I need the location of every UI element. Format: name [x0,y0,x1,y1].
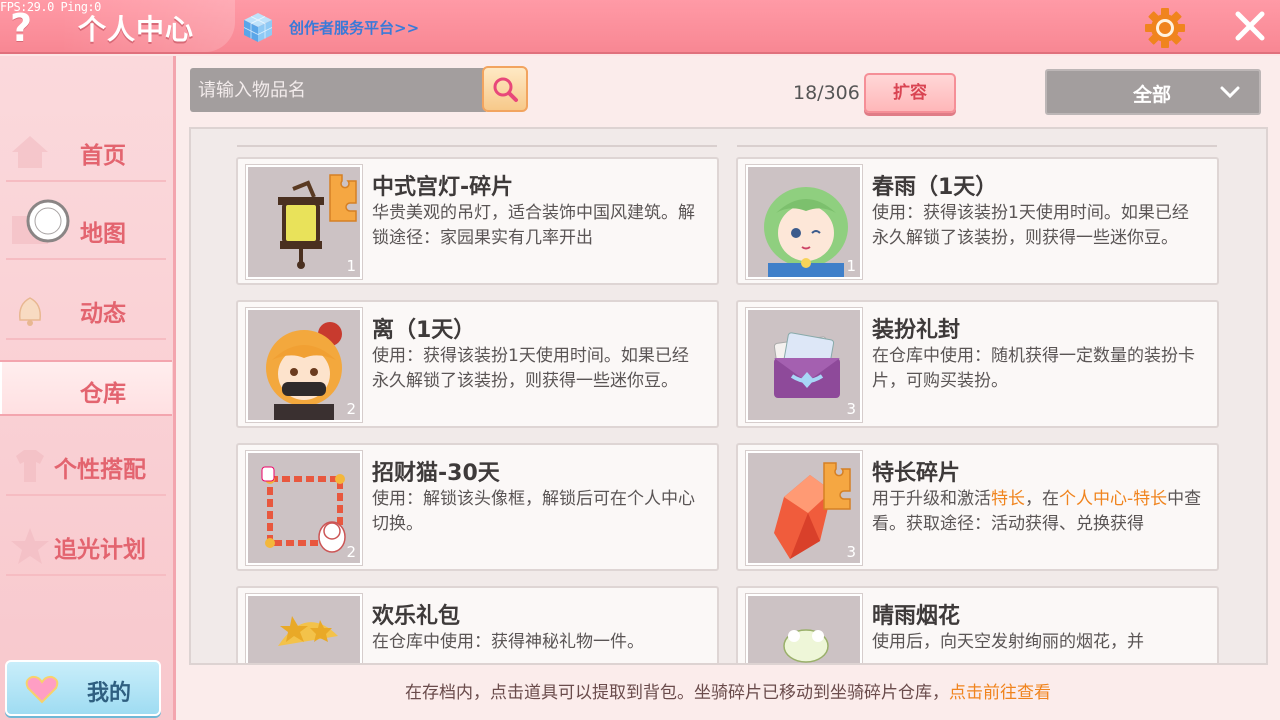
footer-tip: 在存档内，点击道具可以提取到背包。坐骑碎片已移动到坐骑碎片仓库，点击前往查看 [176,678,1280,703]
cube-icon[interactable] [242,11,274,43]
sidebar-item-label: 地图 [80,221,126,247]
sidebar-item-home[interactable]: 首页 [0,124,172,180]
envelope-icon [773,332,840,398]
view-mount-fragments-link[interactable]: 点击前往查看 [949,683,1051,703]
green-hair-character-icon [764,187,848,277]
divider [6,494,166,496]
sidebar-item-outfit[interactable]: 个性搭配 [0,438,172,494]
list-item[interactable]: 2 招财猫-30天 使用：解锁该头像框，解锁后可在个人中心切换。 [236,443,719,571]
firework-icon [783,629,829,663]
search-icon [493,77,518,102]
list-item[interactable]: 欢乐礼包 在仓库中使用：获得神秘礼物一件。 [236,586,719,663]
sidebar: 首页 地图 动态 仓库 个性搭配 追光计划 [0,56,176,720]
list-item[interactable]: 1 春雨（1天） 使用：获得该装扮1天使用时间。如果已经永久解锁了该装扮，则获得… [736,157,1219,285]
desc-highlight: 特长 [991,489,1025,509]
filter-selected-label: 全部 [1133,84,1172,106]
divider [237,145,717,147]
divider [6,180,166,182]
my-button[interactable]: 我的 [5,660,161,716]
item-description: 使用后，向天空发射绚丽的烟花，并 [872,632,1144,652]
desc-highlight: 个人中心-特长 [1059,489,1168,509]
masked-character-icon [266,322,342,420]
item-thumbnail [246,594,362,663]
item-thumbnail: 2 [246,451,362,565]
divider [6,338,166,340]
category-filter-select[interactable]: 全部 [1045,69,1261,115]
item-list[interactable]: 1 中式宫灯-碎片 华贵美观的吊灯，适合装饰中国风建筑。解锁途径：家园果实有几率… [189,127,1268,665]
item-name: 晴雨烟花 [872,604,961,629]
search-input[interactable] [190,68,486,112]
item-quantity: 3 [846,400,856,418]
chevron-down-icon [1220,86,1240,99]
star-icon [11,528,49,564]
item-quantity: 2 [346,543,356,561]
divider [6,574,166,576]
item-description: 在仓库中使用：获得神秘礼物一件。 [372,632,644,652]
red-crystal-fragment-icon [774,462,851,559]
item-name: 特长碎片 [872,461,961,486]
sidebar-item-label: 首页 [80,143,126,169]
list-item[interactable]: 晴雨烟花 使用后，向天空发射绚丽的烟花，并 [736,586,1219,663]
divider [6,258,166,260]
item-thumbnail: 1 [746,165,862,279]
item-thumbnail: 3 [746,308,862,422]
sidebar-item-warehouse[interactable]: 仓库 [0,360,172,416]
item-description: 在仓库中使用：随机获得一定数量的装扮卡片，可购买装扮。 [872,346,1195,391]
list-item[interactable]: 3 特长碎片 用于升级和激活特长，在个人中心-特长中查看。获取途径：活动获得、兑… [736,443,1219,571]
item-quantity: 2 [346,400,356,418]
sidebar-item-label: 动态 [80,301,126,327]
house-icon [12,136,48,168]
item-name: 招财猫-30天 [372,461,500,486]
item-name: 春雨（1天） [872,175,998,200]
gear-icon[interactable] [1144,7,1186,49]
close-icon[interactable] [1232,8,1268,44]
item-thumbnail: 3 [746,451,862,565]
desc-text: 用于升级和激活 [872,489,991,509]
item-description: 用于升级和激活特长，在个人中心-特长中查看。获取途径：活动获得、兑换获得 [872,487,1202,537]
gift-pack-icon [278,616,338,646]
item-quantity: 1 [846,257,856,275]
divider [737,145,1217,147]
item-description: 使用：获得该装扮1天使用时间。如果已经永久解锁了该装扮，则获得一些迷你豆。 [872,203,1189,248]
touch-indicator-icon [26,199,70,243]
my-label: 我的 [87,681,132,706]
list-item[interactable]: 1 中式宫灯-碎片 华贵美观的吊灯，适合装饰中国风建筑。解锁途径：家园果实有几率… [236,157,719,285]
page-title: 个人中心 [78,13,195,46]
search-button[interactable] [482,66,528,112]
item-name: 中式宫灯-碎片 [372,175,514,200]
expand-capacity-button[interactable]: 扩容 [864,73,956,113]
item-count: 18/306 [793,82,860,104]
item-description: 华贵美观的吊灯，适合装饰中国风建筑。解锁途径：家园果实有几率开出 [372,203,695,248]
item-thumbnail: 1 [246,165,362,279]
creator-platform-link[interactable]: 创作者服务平台>> [289,17,419,38]
search-box [190,68,486,112]
item-description: 使用：解锁该头像框，解锁后可在个人中心切换。 [372,489,695,534]
heart-icon [25,675,59,704]
top-bar: ? 个人中心 创作者服务平台>> [0,0,1280,54]
sidebar-item-label: 个性搭配 [54,457,146,483]
sidebar-item-label: 追光计划 [54,537,146,563]
item-quantity: 3 [846,543,856,561]
item-name: 欢乐礼包 [372,604,461,629]
item-description: 使用：获得该装扮1天使用时间。如果已经永久解锁了该装扮，则获得一些迷你豆。 [372,346,689,391]
fps-counter: FPS:29.0 Ping:0 [0,0,101,14]
sidebar-item-feed[interactable]: 动态 [0,282,172,338]
item-name: 离（1天） [372,318,476,343]
sidebar-item-light-chase-plan[interactable]: 追光计划 [0,518,172,574]
warehouse-panel: 18/306 扩容 全部 1 中式宫灯-碎片 [176,56,1280,720]
desc-text: ，在 [1025,489,1059,509]
list-item[interactable]: 3 装扮礼封 在仓库中使用：随机获得一定数量的装扮卡片，可购买装扮。 [736,300,1219,428]
item-thumbnail: 2 [246,308,362,422]
sidebar-item-label: 仓库 [80,381,126,407]
item-thumbnail [746,594,862,663]
shirt-icon [16,450,44,482]
list-item[interactable]: 2 离（1天） 使用：获得该装扮1天使用时间。如果已经永久解锁了该装扮，则获得一… [236,300,719,428]
lucky-cat-frame-icon [261,466,346,553]
item-quantity: 1 [346,257,356,275]
footer-tip-text: 在存档内，点击道具可以提取到背包。坐骑碎片已移动到坐骑碎片仓库， [405,683,949,703]
lantern-fragment-icon [278,174,357,269]
bell-icon [18,297,42,326]
item-name: 装扮礼封 [872,318,961,343]
